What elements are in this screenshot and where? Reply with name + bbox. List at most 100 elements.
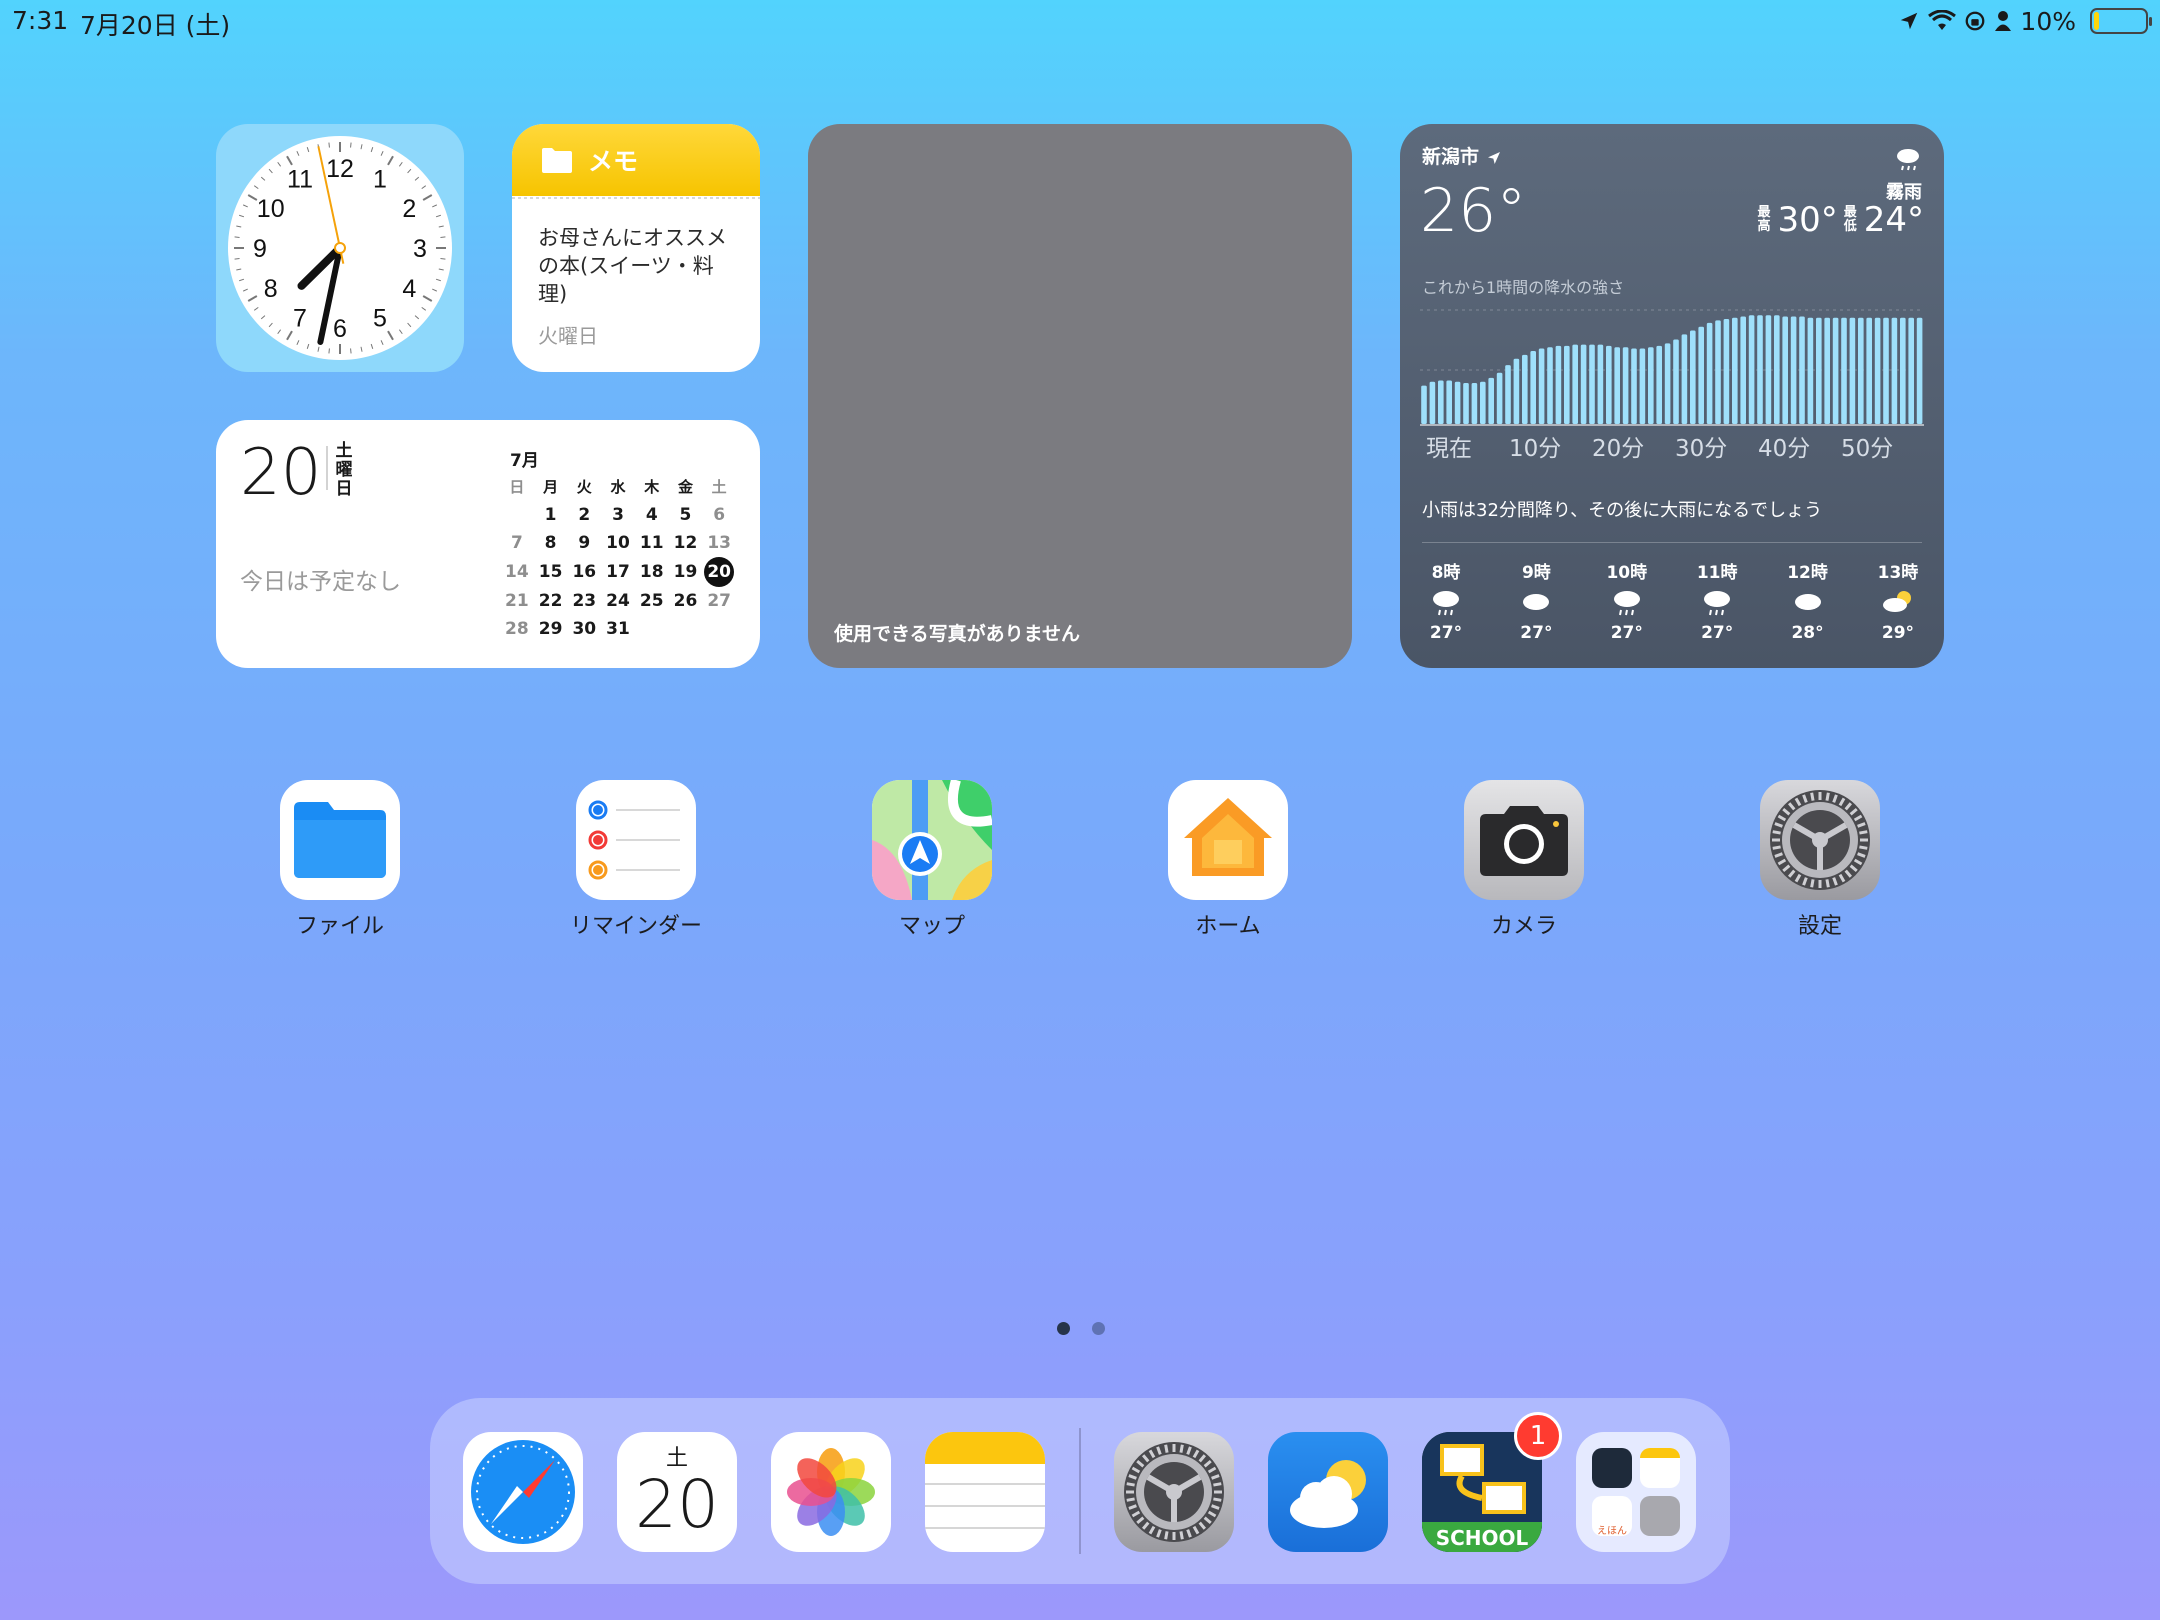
- cloud-icon: [1794, 594, 1821, 610]
- translate-mini-icon: [1592, 1448, 1632, 1488]
- app-files[interactable]: ファイル: [250, 780, 430, 940]
- calendar-day-cell: 11: [639, 533, 664, 554]
- rain-bar: [1496, 372, 1503, 424]
- rain-bar: [1765, 315, 1772, 424]
- calendar-day-cell: 28: [505, 619, 529, 640]
- clock-tick: [350, 142, 352, 148]
- calendar-day-cell: 5: [679, 504, 692, 525]
- clock-number: 8: [264, 275, 278, 303]
- calendar-day-cell: 31: [606, 619, 630, 640]
- hourly-temp: 27°: [1429, 623, 1463, 643]
- calendar-day-cell: 13: [707, 533, 731, 554]
- app-label: カメラ: [1490, 914, 1557, 939]
- rain-bar: [1807, 317, 1814, 424]
- calendar-divider: [326, 446, 328, 490]
- app-maps[interactable]: マップ: [842, 780, 1022, 940]
- app-label: ホーム: [1195, 914, 1261, 939]
- rain-bar: [1555, 345, 1562, 424]
- calendar-day-cell: 18: [639, 562, 664, 583]
- battery-icon: [2090, 8, 2152, 34]
- gear-tooth: [1825, 879, 1830, 888]
- status-time: 7:31: [12, 6, 69, 35]
- dock-notes-icon[interactable]: [925, 1432, 1045, 1552]
- calendar-day-cell: 10: [606, 533, 630, 554]
- clock-widget[interactable]: 12 1 2 3 4 5 6 7 8 9 10 11: [216, 124, 464, 372]
- calendar-day-cell: 8: [544, 533, 557, 554]
- rain-bar: [1564, 345, 1570, 424]
- folder-icon: [542, 148, 572, 173]
- gear-tooth: [1179, 1444, 1184, 1453]
- camera-icon: [1464, 780, 1584, 900]
- dock-safari-icon[interactable]: [463, 1432, 583, 1552]
- calendar-day-cell: 2: [578, 504, 591, 525]
- rain-bar: [1429, 381, 1436, 424]
- photos-widget[interactable]: 使用できる写真がありません: [808, 124, 1352, 668]
- app-reminders[interactable]: リマインダー: [546, 780, 726, 940]
- app-settings[interactable]: 設定: [1730, 780, 1910, 940]
- rain-bar: [1622, 347, 1629, 424]
- rain-bar: [1891, 317, 1898, 424]
- app-camera[interactable]: カメラ: [1434, 780, 1614, 940]
- notes-mini-icon: [1640, 1448, 1680, 1488]
- dock-calendar-icon[interactable]: 土 20: [617, 1432, 737, 1552]
- calendar-weekday-label: 月: [543, 477, 559, 496]
- rain-bar: [1706, 322, 1713, 424]
- calendar-day-cell: 17: [606, 562, 630, 583]
- hourly-time: 9時: [1521, 563, 1551, 583]
- calendar-weekday: 土曜日: [335, 441, 353, 499]
- weather-high-label: 最高: [1757, 205, 1771, 234]
- dock-settings-icon[interactable]: [1114, 1432, 1234, 1552]
- calendar-no-events: 今日は予定なし: [240, 569, 401, 595]
- dock-photos-icon[interactable]: [771, 1432, 891, 1552]
- dock-weather-icon[interactable]: [1268, 1432, 1388, 1552]
- page-dot[interactable]: [1092, 1322, 1105, 1335]
- rotation-lock-icon: [1966, 11, 1985, 31]
- calendar-day-cell: 16: [572, 562, 597, 583]
- weather-low: 24°: [1863, 200, 1924, 240]
- calendar-day-cell: 27: [707, 590, 731, 611]
- calendar-week-row: 7 8 9 10 11 12 13: [500, 529, 736, 558]
- hourly-temp: 27°: [1610, 623, 1643, 643]
- drizzle-icon: [1897, 149, 1919, 171]
- weather-current-temp: 26°: [1420, 176, 1527, 246]
- rain-bar: [1446, 380, 1452, 424]
- page-dot-current[interactable]: [1057, 1322, 1070, 1335]
- location-arrow-icon: [1487, 151, 1500, 164]
- rain-bar: [1698, 326, 1704, 424]
- notes-widget-title: メモ: [588, 147, 639, 176]
- notes-widget[interactable]: メモ お母さんにオススメの本(スイーツ・料理) 火曜日: [512, 124, 760, 372]
- app-label: リマインダー: [569, 914, 702, 939]
- calendar-day-cell: 19: [673, 562, 698, 583]
- gear-tooth: [1772, 845, 1781, 850]
- calendar-widget[interactable]: 20 土曜日 今日は予定なし 7月 日月火水木金土 1 2 3 4 5 6 7 8 9 10 11 12…: [216, 420, 760, 668]
- dock-calendar-day: 20: [635, 1466, 719, 1543]
- calendar-day-cell: 12: [673, 533, 698, 554]
- rain-bar: [1841, 317, 1847, 424]
- calendar-month-grid: 日月火水木金土 1 2 3 4 5 6 7 8 9 10 11 12 13 14 15 16 17 18 19 20 21…: [500, 472, 736, 644]
- clock-number: 9: [253, 235, 267, 263]
- note-date: 火曜日: [538, 324, 598, 348]
- hourly-temp: 27°: [1520, 623, 1553, 643]
- rain-summary: 小雨は32分間降り、その後に大雨になるでしょう: [1422, 500, 1823, 521]
- clock-tick: [234, 258, 240, 260]
- clock-number: 10: [257, 195, 285, 223]
- clock-number: 2: [402, 195, 416, 223]
- dock-app-folder[interactable]: えほん: [1576, 1432, 1696, 1552]
- hourly-temp: 29°: [1881, 623, 1915, 643]
- rain-bar: [1606, 345, 1612, 424]
- hourly-forecast-item: 10時 27°: [1597, 558, 1657, 643]
- gear-tooth: [1213, 1497, 1222, 1502]
- app-home[interactable]: ホーム: [1138, 780, 1318, 940]
- clock-tick: [440, 236, 446, 238]
- clock-tick: [440, 258, 446, 260]
- settings-mini-icon: [1640, 1496, 1680, 1536]
- gear-hub: [1166, 1484, 1182, 1500]
- rain-bar: [1505, 365, 1511, 424]
- rain-bar: [1740, 316, 1746, 424]
- rain-bar: [1824, 317, 1830, 424]
- photos-empty-message: 使用できる写真がありません: [834, 623, 1081, 645]
- calendar-day-cell: 7: [510, 533, 523, 554]
- weather-widget[interactable]: 新潟市 26° 霧雨 最高 30° 最低 24° これから1時間の降水の強さ 現…: [1400, 124, 1944, 668]
- app-label: 設定: [1797, 914, 1842, 939]
- gear-tooth: [1213, 1482, 1222, 1487]
